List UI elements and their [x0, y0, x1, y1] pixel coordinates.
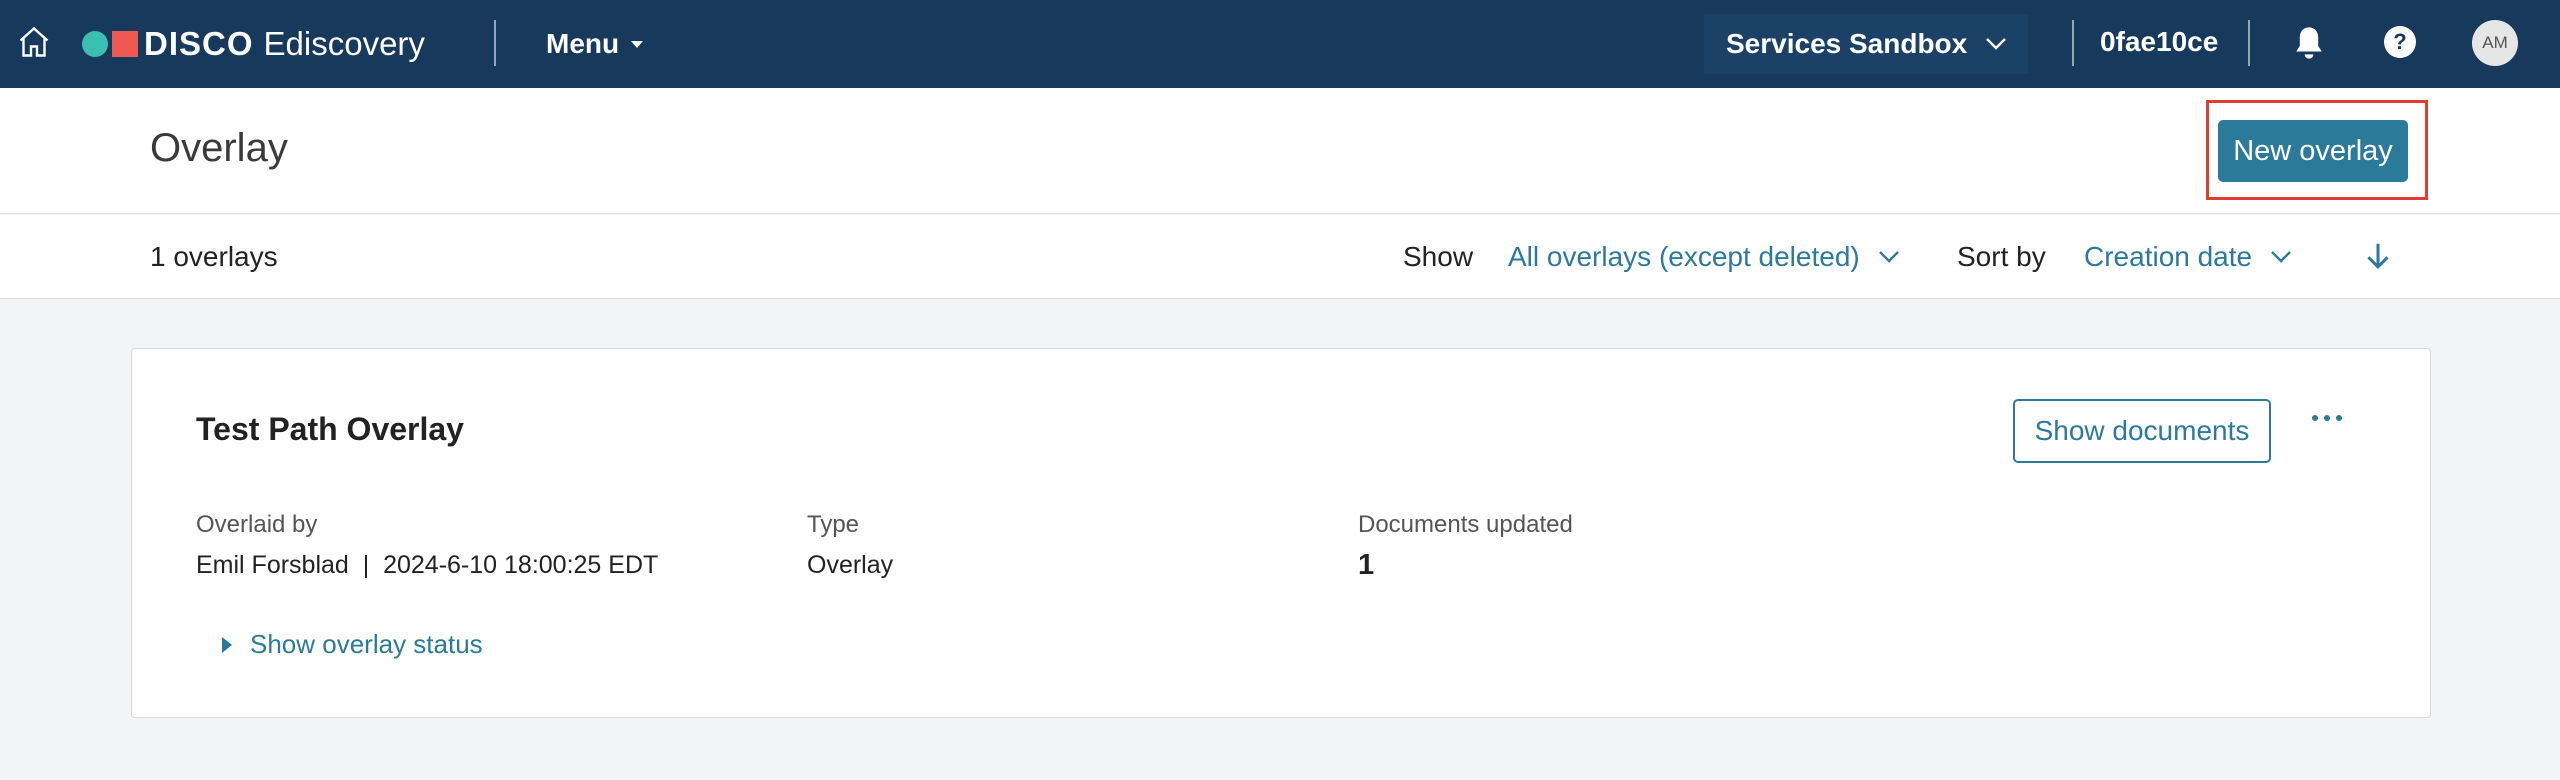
show-label: Show	[1403, 241, 1474, 272]
sort-by-value: Creation date	[2084, 241, 2253, 272]
overlay-title: Test Path Overlay	[196, 411, 464, 447]
help-button[interactable]: ?	[2384, 26, 2416, 58]
ellipsis-icon	[2324, 415, 2330, 421]
caret-right-icon	[222, 636, 232, 653]
workspace-selector-label: Services Sandbox	[1726, 28, 1968, 59]
sort-by-dropdown[interactable]: Creation date	[2084, 241, 2292, 273]
workspace-selector[interactable]: Services Sandbox	[1704, 14, 2028, 74]
logo-square	[112, 31, 138, 57]
documents-updated-value: 1	[1358, 549, 1375, 581]
more-options-button[interactable]	[2312, 415, 2342, 421]
menu-button[interactable]: Menu	[546, 26, 644, 62]
show-overlay-status-toggle[interactable]: Show overlay status	[222, 629, 483, 660]
page-title: Overlay	[150, 126, 288, 170]
show-filter-dropdown[interactable]: All overlays (except deleted)	[1508, 241, 1900, 273]
page-header: Overlay New overlay	[0, 88, 2560, 214]
show-documents-button[interactable]: Show documents	[2013, 399, 2271, 463]
home-button[interactable]	[14, 22, 54, 62]
disco-logo[interactable]: DISCO Ediscovery	[82, 24, 425, 64]
arrow-down-icon	[2367, 243, 2389, 270]
overlaid-by-label: Overlaid by	[196, 511, 318, 538]
chevron-down-icon	[2271, 251, 2291, 263]
workspace-id[interactable]: 0fae10ce	[2100, 26, 2218, 58]
chevron-down-icon	[1878, 251, 1899, 263]
type-label: Type	[807, 511, 860, 538]
documents-updated-label: Documents updated	[1358, 511, 1573, 538]
ellipsis-icon	[2336, 415, 2342, 421]
ellipsis-icon	[2312, 415, 2318, 421]
show-filter-value: All overlays (except deleted)	[1508, 241, 1860, 272]
menu-label: Menu	[546, 28, 620, 59]
brand-name: DISCO	[144, 25, 254, 62]
bell-icon	[2296, 27, 2322, 59]
chevron-down-icon	[1986, 38, 2007, 50]
nav-divider	[2072, 20, 2074, 66]
type-value: Overlay	[807, 551, 894, 579]
nav-divider	[2248, 20, 2250, 66]
sort-direction-button[interactable]	[2364, 241, 2392, 276]
overlay-count: 1 overlays	[150, 241, 278, 272]
list-toolbar: 1 overlays Show All overlays (except del…	[0, 215, 2560, 299]
nav-divider	[494, 20, 496, 66]
caret-down-icon	[631, 40, 644, 48]
show-overlay-status-label: Show overlay status	[250, 629, 483, 659]
avatar-initials: AM	[2482, 33, 2508, 52]
notifications-button[interactable]	[2292, 24, 2326, 67]
logo-circle	[82, 31, 108, 57]
question-icon: ?	[2393, 29, 2407, 54]
sort-label: Sort by	[1957, 241, 2046, 272]
user-avatar[interactable]: AM	[2472, 20, 2518, 66]
top-nav-bar: DISCO Ediscovery Menu Services Sandbox 0…	[0, 0, 2560, 88]
overlaid-by-value: Emil Forsblad | 2024-6-10 18:00:25 EDT	[196, 551, 659, 579]
highlight-annotation	[2206, 100, 2428, 200]
product-name: Ediscovery	[263, 25, 425, 62]
home-icon	[19, 26, 49, 57]
overlay-card: Test Path Overlay Show documents Overlai…	[131, 348, 2431, 718]
